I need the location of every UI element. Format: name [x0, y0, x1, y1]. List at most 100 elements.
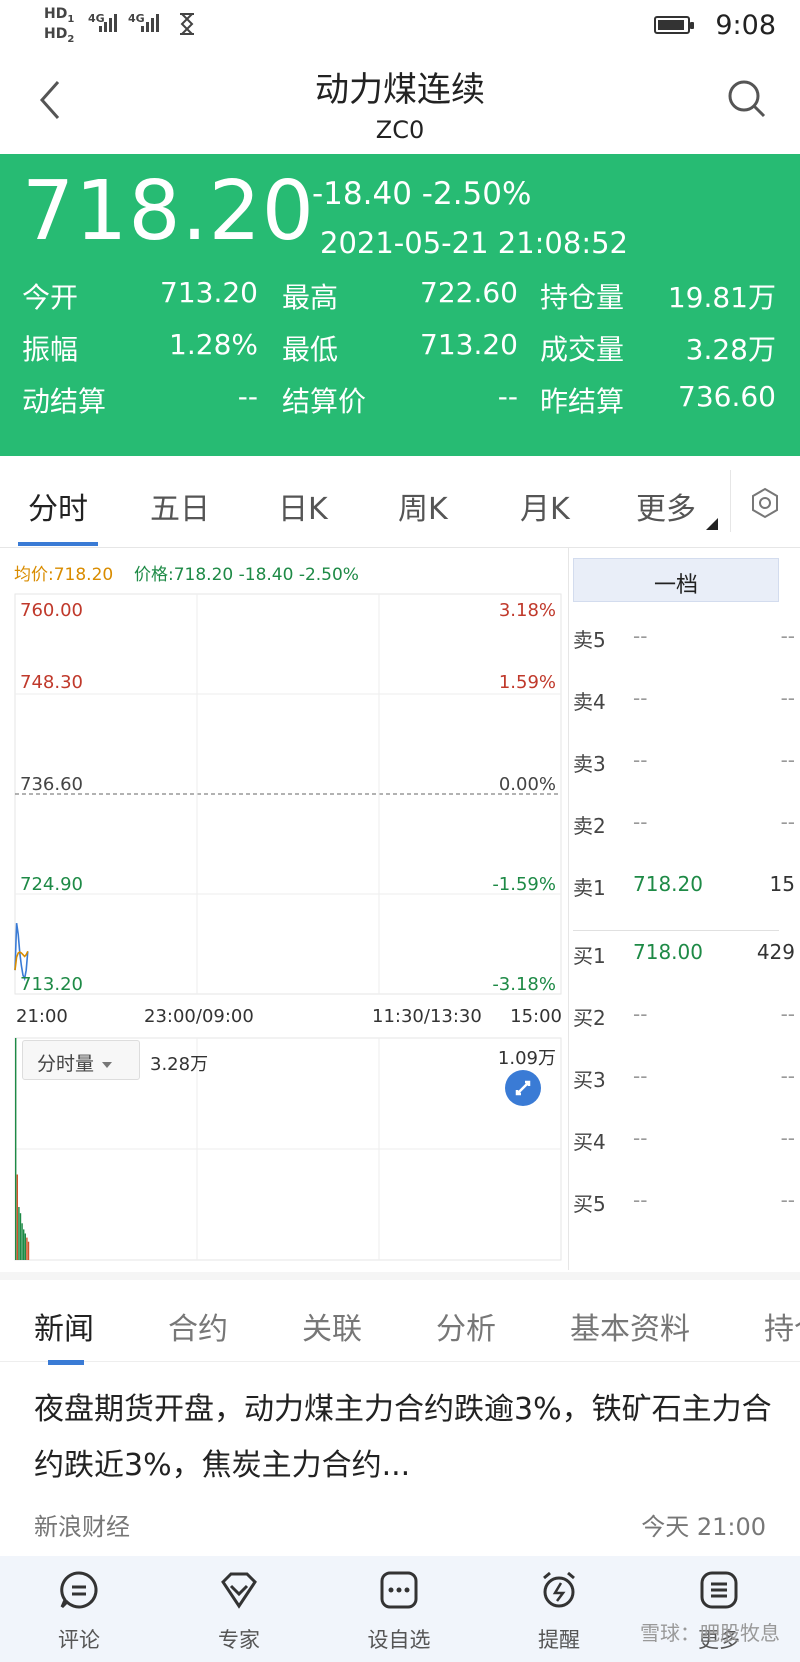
nav-expert[interactable]: 专家 — [184, 1570, 294, 1654]
field-label: 今开 — [22, 281, 79, 314]
bid-row: 买3 -- -- — [573, 1064, 795, 1092]
field-value: -- — [497, 380, 518, 413]
field-value: 713.20 — [160, 276, 258, 309]
last-price: 718.20 — [22, 164, 315, 259]
y-tick-label: 713.20 — [20, 974, 83, 995]
chart-canvas — [14, 593, 562, 1261]
field-label: 动结算 — [22, 385, 107, 418]
news-headline[interactable]: 夜盘期货开盘，动力煤主力合约跌逾3%，铁矿石主力合约跌近3%，焦炭主力合约... — [34, 1382, 774, 1494]
volume-indicator-dropdown[interactable]: 分时量 — [22, 1040, 140, 1080]
field-label: 成交量 — [540, 333, 625, 366]
watermark: 雪球：吧股牧息 — [640, 1621, 780, 1645]
order-book: 一档 卖5 -- -- 卖4 -- -- 卖3 -- -- 卖2 -- -- 卖1 718.20 1… — [568, 548, 800, 1270]
field-label: 昨结算 — [540, 385, 625, 418]
bottom-nav: 评论 专家 设自选 提醒 更多 — [0, 1556, 800, 1662]
signal-bars-icon — [141, 14, 159, 32]
pct-tick-label: 3.18% — [498, 600, 556, 621]
y-tick-label: 760.00 — [20, 600, 83, 621]
tab-related[interactable]: 关联 — [302, 1304, 362, 1348]
field-label: 振幅 — [22, 333, 79, 366]
tab-basic-info[interactable]: 基本资料 — [570, 1304, 690, 1348]
quote-time: 2021-05-21 21:08:52 — [320, 226, 628, 260]
volume-bar — [27, 1241, 30, 1260]
status-bar: HD1 HD2 4G 4G 9:08 — [0, 0, 800, 52]
volume-bar — [21, 1223, 23, 1260]
diamond-icon — [221, 1572, 257, 1609]
field-value: 1.28% — [169, 328, 258, 361]
ask-row: 卖1 718.20 15 — [573, 872, 795, 900]
tab-intraday[interactable]: 分时 — [28, 484, 88, 528]
field-label: 最低 — [282, 333, 339, 366]
bid-row: 买1 718.00 429 — [573, 940, 795, 968]
pct-tick-label: -1.59% — [492, 874, 556, 895]
signal-bars-icon — [99, 14, 117, 32]
order-book-level-tab[interactable]: 一档 — [573, 558, 779, 602]
chart-series — [14, 922, 29, 982]
field-value: 722.60 — [420, 276, 518, 309]
active-tab-underline — [48, 1360, 84, 1365]
hexagon-settings-icon[interactable] — [748, 486, 782, 520]
y-tick-label: 736.60 — [20, 774, 83, 795]
quote-panel: 718.20 -18.40 -2.50% 2021-05-21 21:08:52… — [0, 154, 800, 456]
more-dots-icon — [380, 1571, 418, 1609]
chart-period-tabs: 分时 五日 日K 周K 月K 更多 — [0, 458, 800, 548]
price-line — [14, 922, 29, 982]
page-title: 动力煤连续 — [315, 70, 485, 110]
tab-five-day[interactable]: 五日 — [150, 484, 210, 528]
clock: 9:08 — [715, 10, 776, 41]
price-change: -18.40 -2.50% — [312, 176, 532, 212]
tab-news[interactable]: 新闻 — [34, 1304, 94, 1348]
chart-grid — [14, 593, 562, 1261]
tab-more[interactable]: 更多 — [636, 484, 696, 528]
hourglass-icon — [180, 13, 194, 35]
tab-analysis[interactable]: 分析 — [436, 1304, 496, 1348]
corner-triangle-icon — [706, 518, 718, 530]
intraday-chart[interactable]: 均价:718.20 价格:718.20 -18.40 -2.50% 760.00… — [0, 548, 562, 1270]
pct-tick-label: 0.00% — [498, 774, 556, 795]
field-value: 3.28万 — [685, 333, 776, 366]
search-icon[interactable] — [726, 78, 768, 120]
app-header: 动力煤连续 ZC0 — [0, 52, 800, 152]
pct-tick-label: -3.18% — [492, 974, 556, 995]
active-tab-underline — [18, 542, 98, 546]
nav-alert[interactable]: 提醒 — [504, 1570, 614, 1654]
battery-icon — [654, 16, 694, 34]
comment-icon — [60, 1571, 98, 1609]
ask-row: 卖4 -- -- — [573, 686, 795, 714]
y-tick-label: 748.30 — [20, 672, 83, 693]
ask-row: 卖3 -- -- — [573, 748, 795, 776]
bid-row: 买4 -- -- — [573, 1126, 795, 1154]
volume-bar — [24, 1233, 26, 1260]
alarm-clock-icon — [543, 1571, 575, 1608]
tab-monthly-k[interactable]: 月K — [520, 484, 570, 528]
tab-contract[interactable]: 合约 — [168, 1304, 228, 1348]
field-value: 736.60 — [678, 380, 776, 413]
nav-add-watchlist[interactable]: 设自选 — [344, 1570, 454, 1654]
volume-bar — [19, 1213, 22, 1260]
volume-bar — [16, 1174, 18, 1260]
tab-daily-k[interactable]: 日K — [278, 484, 328, 528]
y-tick-label: 724.90 — [20, 874, 83, 895]
order-book-divider — [573, 930, 779, 931]
x-tick-label: 23:00/09:00 — [144, 1006, 254, 1027]
network-hd1-label: HD1 — [44, 6, 75, 25]
info-tabs: 新闻 合约 关联 分析 基本资料 持仓 — [0, 1272, 800, 1365]
x-tick-label: 11:30/13:30 — [372, 1006, 482, 1027]
x-tick-label: 21:00 — [16, 1006, 68, 1027]
field-value: 713.20 — [420, 328, 518, 361]
nav-comment[interactable]: 评论 — [24, 1570, 134, 1654]
volume-total: 3.28万 — [150, 1054, 209, 1075]
volume-bar — [18, 1207, 20, 1260]
tab-weekly-k[interactable]: 周K — [398, 484, 448, 528]
volume-bar — [15, 1038, 17, 1260]
ask-row: 卖5 -- -- — [573, 624, 795, 652]
divider — [730, 470, 731, 532]
tab-positions[interactable]: 持仓 — [764, 1304, 800, 1348]
expand-icon[interactable] — [505, 1070, 541, 1106]
volume-bar — [23, 1229, 25, 1260]
bid-row: 买2 -- -- — [573, 1002, 795, 1030]
field-label: 最高 — [282, 281, 339, 314]
pct-tick-label: 1.59% — [498, 672, 556, 693]
news-source: 新浪财经 — [34, 1513, 130, 1541]
field-value: 19.81万 — [667, 281, 776, 314]
